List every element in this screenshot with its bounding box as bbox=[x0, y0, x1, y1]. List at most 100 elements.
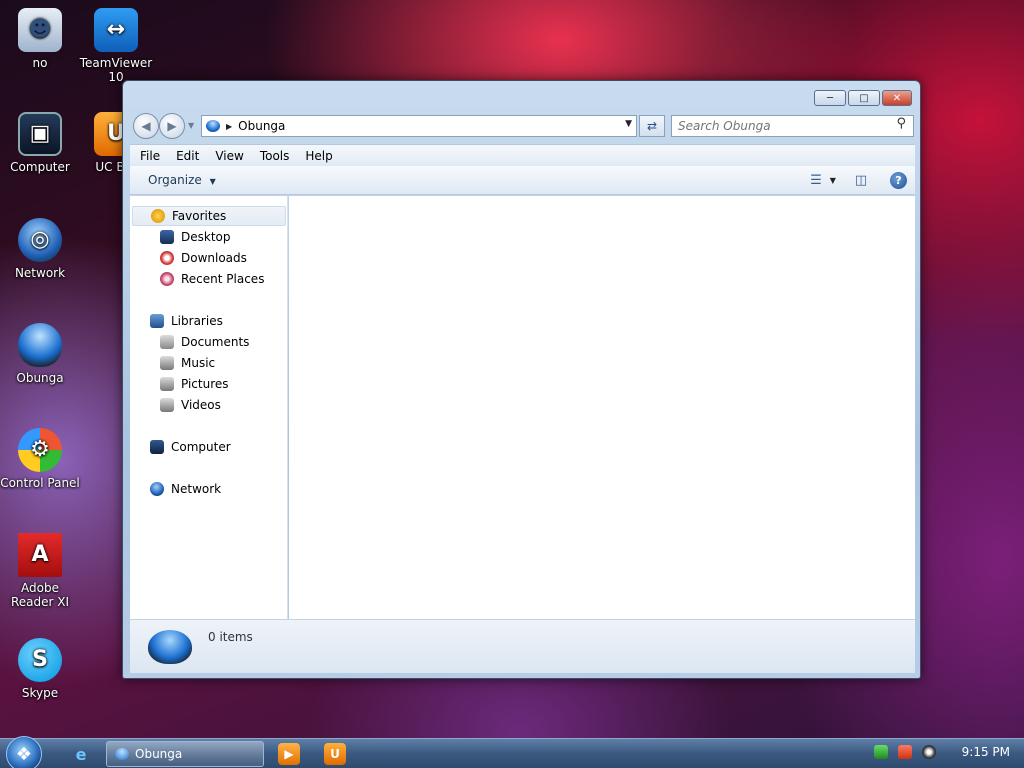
refresh-button[interactable]: ⇄ bbox=[639, 115, 665, 137]
nav-videos[interactable]: Videos bbox=[160, 395, 221, 415]
teamviewer-icon: ↔ bbox=[94, 8, 138, 52]
pictures-icon bbox=[160, 377, 174, 391]
computer-icon: ▣ bbox=[18, 112, 62, 156]
nav-computer-label: Computer bbox=[171, 440, 231, 454]
navigation-row: ◀ ▶ ▼ ▶ Obunga ▼ ⇄ ⚲ bbox=[131, 113, 914, 139]
volume-icon[interactable] bbox=[921, 745, 936, 759]
nav-computer[interactable]: Computer bbox=[150, 437, 231, 457]
preview-pane-icon: ◫ bbox=[854, 172, 868, 188]
control-panel-icon: ⚙ bbox=[18, 428, 62, 472]
organize-label: Organize bbox=[148, 173, 202, 187]
recent-places-icon bbox=[160, 272, 174, 286]
nav-recent-places[interactable]: Recent Places bbox=[160, 269, 264, 289]
maximize-icon: □ bbox=[859, 92, 869, 104]
nav-libraries[interactable]: Libraries bbox=[150, 311, 223, 331]
taskbar-uc-browser[interactable]: U bbox=[324, 743, 346, 765]
nav-network-label: Network bbox=[171, 482, 222, 496]
desktop-icon-label: Computer bbox=[10, 160, 70, 174]
desktop-icon-skype[interactable]: S Skype bbox=[0, 638, 80, 700]
nav-music[interactable]: Music bbox=[160, 353, 215, 373]
security-shield-icon[interactable] bbox=[873, 745, 888, 759]
chevron-down-icon: ▼ bbox=[625, 119, 632, 129]
desktop-icon-label: Adobe Reader XI bbox=[10, 581, 70, 609]
close-button[interactable]: ✕ bbox=[882, 90, 912, 106]
favorites-star-icon bbox=[151, 209, 165, 223]
taskbar-task-obunga[interactable]: Obunga bbox=[106, 741, 264, 767]
menu-file[interactable]: File bbox=[140, 149, 160, 163]
desktop-icon-no[interactable]: ☻ no bbox=[0, 8, 80, 70]
desktop-icon-label: no bbox=[32, 56, 48, 70]
maximize-button[interactable]: □ bbox=[848, 90, 880, 106]
back-arrow-icon: ◀ bbox=[141, 119, 151, 133]
start-button[interactable]: ❖ bbox=[6, 736, 42, 768]
computer-icon bbox=[150, 440, 164, 454]
videos-icon bbox=[160, 398, 174, 412]
nav-videos-label: Videos bbox=[181, 398, 221, 412]
nav-favorites-label: Favorites bbox=[172, 209, 227, 223]
recent-pages-dropdown[interactable]: ▼ bbox=[188, 121, 194, 130]
preview-pane-button[interactable]: ◫ bbox=[852, 171, 870, 189]
search-icon[interactable]: ⚲ bbox=[896, 116, 906, 131]
nav-downloads-label: Downloads bbox=[181, 251, 247, 265]
documents-icon bbox=[160, 335, 174, 349]
minimize-button[interactable]: ─ bbox=[814, 90, 846, 106]
explorer-window: ─ □ ✕ ◀ ▶ ▼ ▶ Obunga ▼ ⇄ ⚲ File Edit Vie… bbox=[122, 80, 921, 679]
nav-pictures[interactable]: Pictures bbox=[160, 374, 229, 394]
address-history-dropdown[interactable]: ▼ bbox=[625, 119, 632, 129]
menu-help[interactable]: Help bbox=[305, 149, 332, 163]
adobe-reader-icon: A bbox=[18, 533, 62, 577]
chevron-down-icon: ▼ bbox=[209, 177, 216, 186]
obunga-folder-icon bbox=[18, 323, 62, 367]
nav-desktop[interactable]: Desktop bbox=[160, 227, 231, 247]
organize-button[interactable]: Organize ▼ bbox=[148, 173, 216, 187]
taskbar: ❖ e Obunga ▶ U 9:15 PM bbox=[0, 736, 1024, 768]
skype-icon: S bbox=[18, 638, 62, 682]
help-icon[interactable]: ? bbox=[890, 171, 907, 189]
network-icon bbox=[150, 482, 164, 496]
breadcrumb-location[interactable]: Obunga bbox=[238, 119, 285, 133]
menu-tools[interactable]: Tools bbox=[260, 149, 290, 163]
taskbar-media-player[interactable]: ▶ bbox=[278, 743, 300, 765]
change-view-button[interactable]: ☰ ▼ bbox=[810, 171, 836, 189]
address-bar[interactable]: ▶ Obunga ▼ bbox=[201, 115, 637, 137]
desktop-icon-network[interactable]: ◎ Network bbox=[0, 218, 80, 280]
caption-buttons: ─ □ ✕ bbox=[814, 90, 912, 106]
uc-browser-icon: U bbox=[330, 747, 340, 761]
search-input[interactable] bbox=[671, 115, 914, 137]
user-folder-icon: ☻ bbox=[18, 8, 62, 52]
file-list-area[interactable] bbox=[289, 196, 915, 619]
nav-libraries-label: Libraries bbox=[171, 314, 223, 328]
nav-downloads[interactable]: Downloads bbox=[160, 248, 247, 268]
nav-documents-label: Documents bbox=[181, 335, 250, 349]
desktop-icon bbox=[160, 230, 174, 244]
obunga-folder-icon bbox=[115, 748, 129, 760]
downloads-icon bbox=[160, 251, 174, 265]
desktop-icon-teamviewer[interactable]: ↔ TeamViewer 10 bbox=[76, 8, 156, 84]
close-icon: ✕ bbox=[892, 92, 902, 104]
forward-button[interactable]: ▶ bbox=[159, 113, 185, 139]
windows-logo-icon: ❖ bbox=[15, 743, 33, 765]
breadcrumb-separator-icon[interactable]: ▶ bbox=[226, 122, 232, 131]
refresh-icon: ⇄ bbox=[646, 119, 658, 133]
nav-network[interactable]: Network bbox=[150, 479, 221, 499]
clock[interactable]: 9:15 PM bbox=[962, 745, 1010, 759]
nav-music-label: Music bbox=[181, 356, 216, 370]
menu-edit[interactable]: Edit bbox=[176, 149, 199, 163]
desktop-icon-label: Control Panel bbox=[0, 476, 80, 490]
desktop-icon-computer[interactable]: ▣ Computer bbox=[0, 112, 80, 174]
back-button[interactable]: ◀ bbox=[133, 113, 159, 139]
taskbar-internet-explorer[interactable]: e bbox=[70, 743, 92, 765]
nav-desktop-label: Desktop bbox=[181, 230, 231, 244]
desktop-icon-control-panel[interactable]: ⚙ Control Panel bbox=[0, 428, 80, 490]
media-player-icon: ▶ bbox=[284, 747, 294, 761]
menu-view[interactable]: View bbox=[215, 149, 243, 163]
menu-bar: File Edit View Tools Help bbox=[130, 144, 915, 166]
nav-documents[interactable]: Documents bbox=[160, 332, 249, 352]
desktop-icon-label: Skype bbox=[21, 686, 59, 700]
flag-icon[interactable] bbox=[897, 745, 912, 759]
desktop-icon-adobe-reader[interactable]: A Adobe Reader XI bbox=[0, 533, 80, 609]
desktop-icon-obunga[interactable]: Obunga bbox=[0, 323, 80, 385]
chevron-down-icon: ▼ bbox=[829, 175, 836, 185]
nav-favorites[interactable]: Favorites bbox=[132, 206, 286, 226]
item-count: 0 items bbox=[208, 630, 253, 644]
